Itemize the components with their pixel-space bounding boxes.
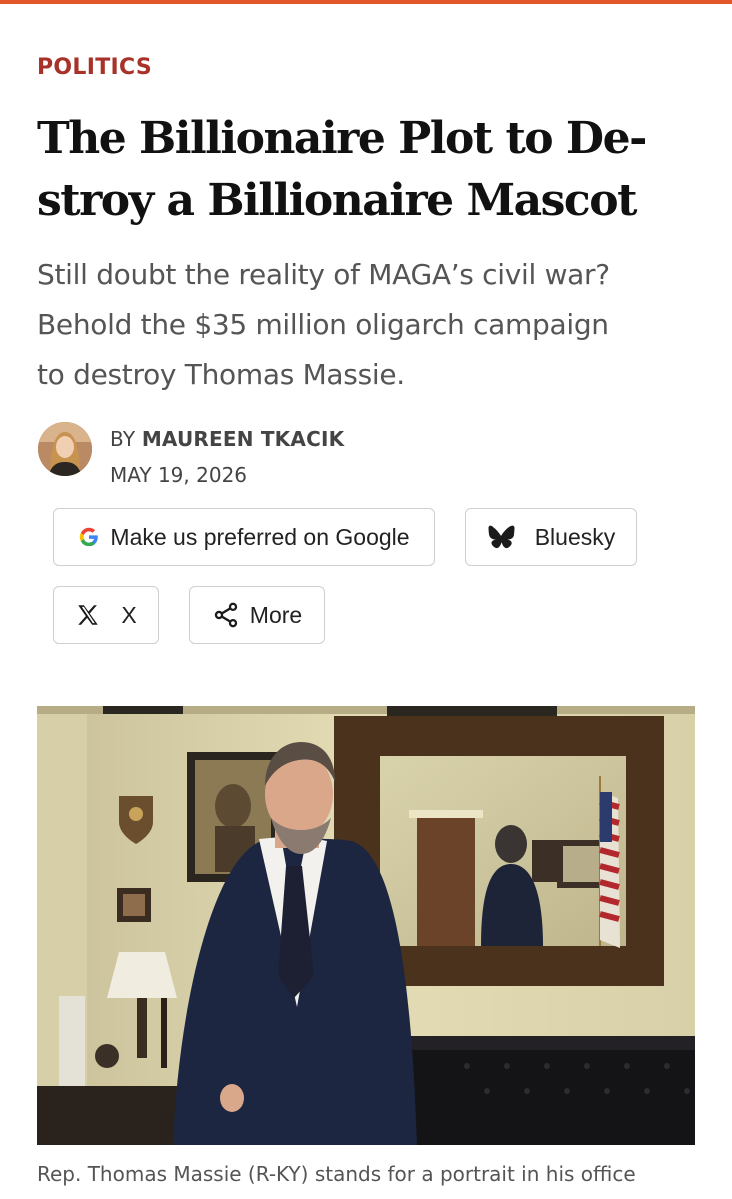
x-logo-icon [75,602,101,628]
more-label: More [249,601,303,628]
google-g-icon [78,526,100,548]
bluesky-share-button[interactable]: Bluesky [465,508,637,566]
publish-date: MAY 19, 2026 [110,463,248,487]
top-accent-bar [0,0,732,4]
title-line: stroy a Billionaire Mascot [37,175,637,226]
author-photo [38,422,92,476]
dek-line: Still doubt the reality of MAGA’s civil … [37,258,610,291]
section-label[interactable]: POLITICS [37,55,152,80]
hero-photo-image [37,706,695,1145]
article-title: The Billionaire Plot to De- stroy a Bill… [37,108,707,232]
dek-line: to destroy Thomas Massie. [37,358,405,391]
author-name[interactable]: MAUREEN TKACIK [142,427,344,451]
title-line: The Billionaire Plot to De- [37,113,647,164]
photo-caption: Rep. Thomas Massie (R-KY) stands for a p… [37,1162,636,1186]
x-share-button[interactable]: X [53,586,159,644]
bluesky-label: Bluesky [534,523,616,550]
google-preferred-button[interactable]: Make us preferred on Google [53,508,435,566]
article-dek: Still doubt the reality of MAGA’s civil … [37,250,707,400]
article-hero-photo[interactable] [37,706,695,1145]
byline: BY MAUREEN TKACIK [110,427,344,451]
google-preferred-label: Make us preferred on Google [110,523,410,550]
x-label: X [121,601,137,628]
byline-prefix: BY [110,427,142,451]
dek-line: Behold the $35 million oligarch campaign [37,308,609,341]
share-icon [212,601,240,629]
author-avatar[interactable] [38,422,92,476]
more-share-button[interactable]: More [189,586,325,644]
bluesky-butterfly-icon [487,525,515,549]
